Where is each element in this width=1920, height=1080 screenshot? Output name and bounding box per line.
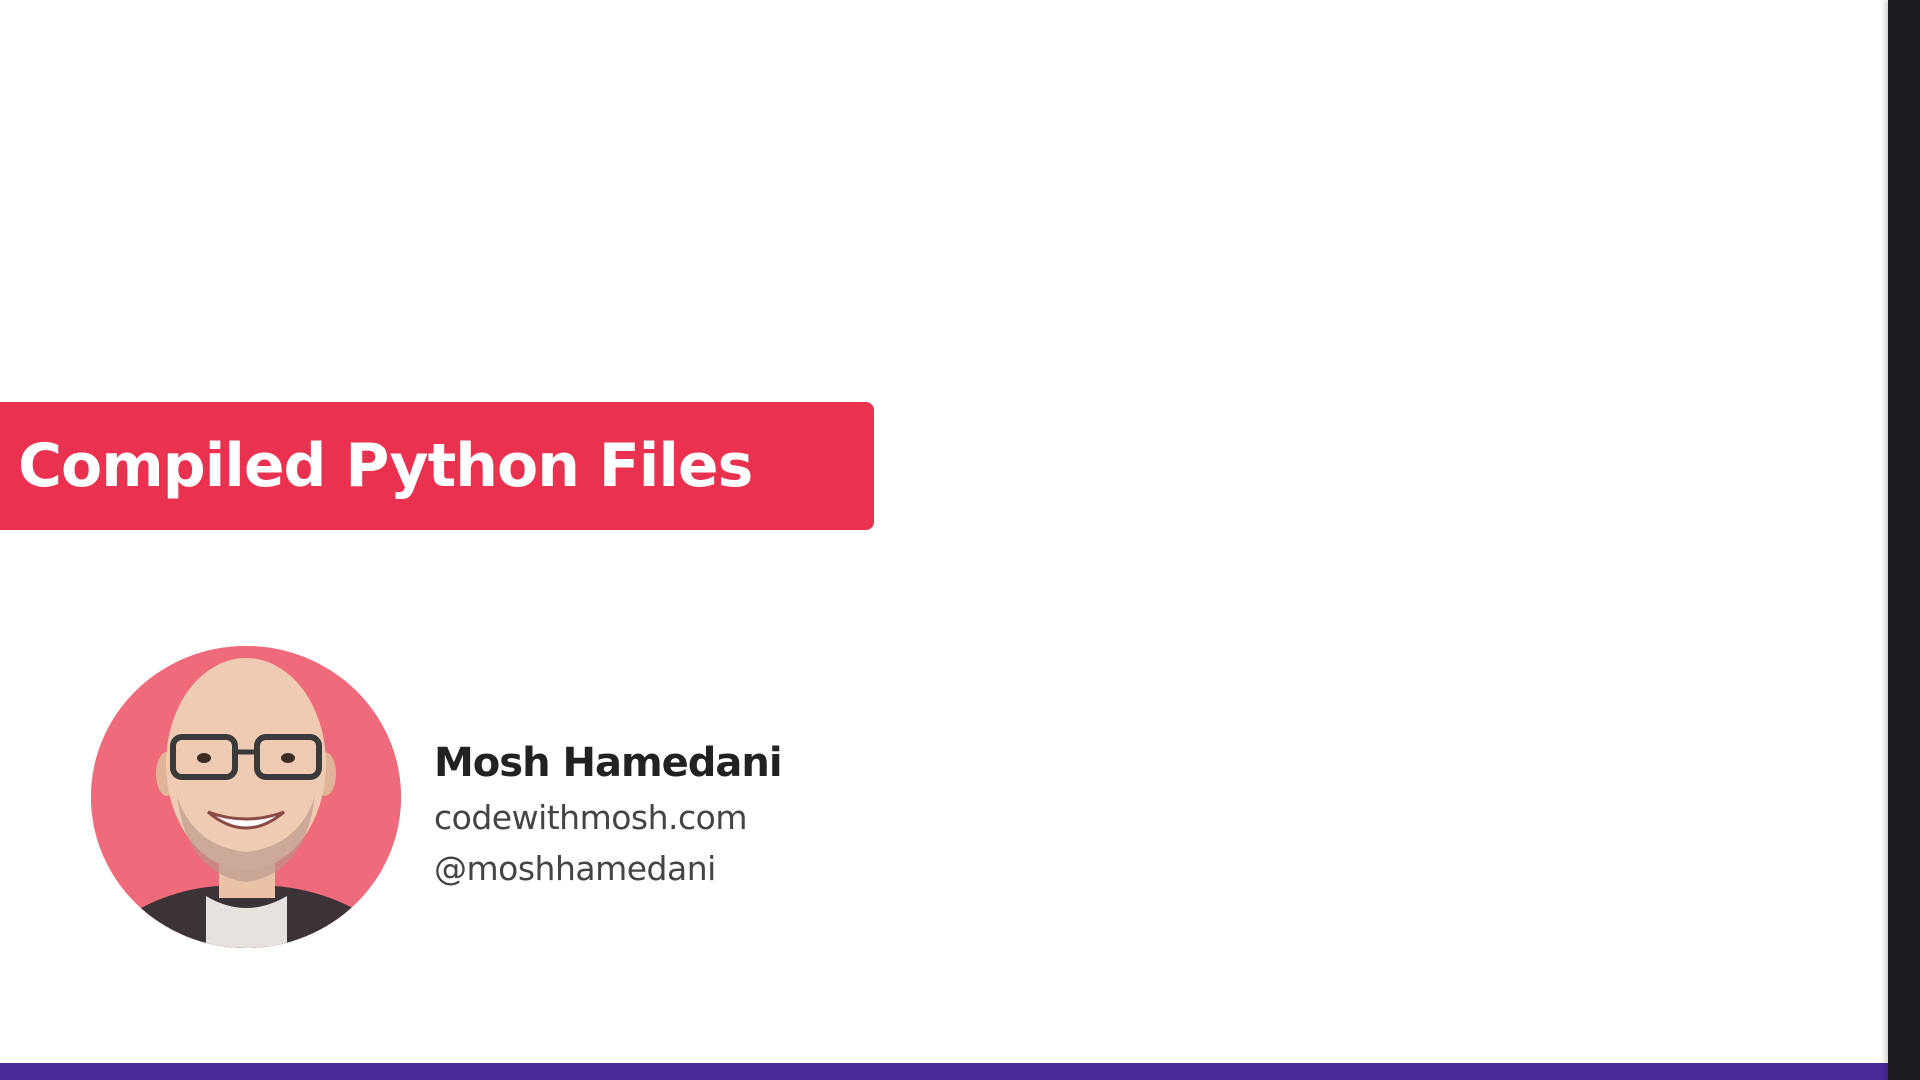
slide: Compiled Python Files Mosh Hamedani code… (0, 0, 1920, 1080)
author-avatar (91, 646, 401, 948)
slide-title: Compiled Python Files (18, 431, 753, 501)
author-handle: @moshhamedani (434, 849, 716, 888)
author-website: codewithmosh.com (434, 798, 748, 837)
author-name: Mosh Hamedani (434, 740, 783, 786)
bottom-accent-bar (0, 1063, 1888, 1080)
presenter-portrait-icon (91, 646, 401, 948)
author-info: Mosh Hamedani codewithmosh.com @moshhame… (434, 734, 783, 894)
title-banner: Compiled Python Files (0, 402, 874, 530)
window-right-edge (1888, 0, 1920, 1080)
